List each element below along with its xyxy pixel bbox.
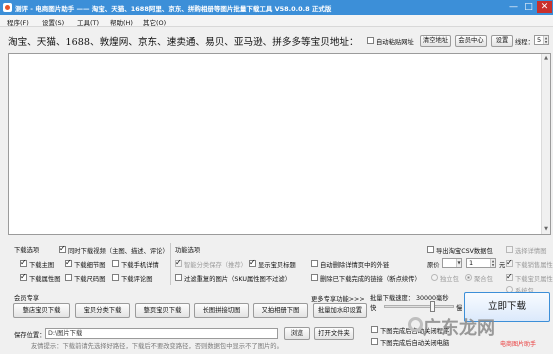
speed-label: 批量下载速度： <box>370 295 415 302</box>
threads-label: 线程： <box>515 39 534 46</box>
mobile-detail-label: 下载手机详情 <box>121 262 159 269</box>
more-features-link[interactable]: 更多专享功能>>> <box>311 294 365 303</box>
remove-links-label: 自动删除详情页中的外链 <box>320 262 390 269</box>
speed-fast-label: 快 <box>370 305 377 312</box>
sales-attr-label: 下载销售属性 <box>515 262 553 269</box>
member-title: 会员专享 <box>14 295 40 302</box>
price-unit: 元 <box>499 262 506 269</box>
save-location-label: 保存位置： <box>14 332 46 339</box>
window-title: 测评 - 电商图片助手 —— 淘宝、天猫、1688阿里、京东、拼购相册等图片批量… <box>15 5 332 13</box>
spin-arrows-icon[interactable]: ▲ ▼ <box>543 36 548 44</box>
vertical-scrollbar[interactable]: ▲ ▼ <box>541 54 550 234</box>
price-value: 1 <box>469 259 474 267</box>
auto-paste-label: 自动粘贴网址 <box>376 39 414 46</box>
watermark-text: 广东龙网 <box>423 318 495 339</box>
smart-save-label: 智能分类保存（推荐） <box>184 262 247 269</box>
show-title-label: 显示宝贝标题 <box>258 262 296 269</box>
export-csv-label: 导出淘宝CSV数据包 <box>436 248 493 255</box>
review-image-checkbox[interactable] <box>112 274 119 281</box>
maximize-button[interactable]: □ <box>521 1 536 13</box>
video-label: 同时下载视频（主图、描述、评论） <box>68 248 169 255</box>
radio-group-label: 聚合包 <box>474 276 493 283</box>
detail-image-label: 下载细节图 <box>74 262 106 269</box>
filter-duplicate-checkbox[interactable] <box>175 274 182 281</box>
minimize-button[interactable]: — <box>506 1 521 13</box>
size-image-label: 下载尺码图 <box>74 276 106 283</box>
menu-tools[interactable]: 工具(T) <box>77 17 99 27</box>
tip-text: 友情提示：下载前请先选择好路径，下载后不要改变路径，否则数据包中显示不了图片的。 <box>31 343 283 350</box>
menu-program[interactable]: 程序(F) <box>7 17 29 27</box>
remove-links-checkbox[interactable] <box>311 260 318 267</box>
detail-page-label: 选择详情图 <box>515 248 547 255</box>
group-divider <box>170 243 171 285</box>
delete-done-label: 删除已下载完成的链接（断点续传） <box>320 276 421 283</box>
speed-slider[interactable] <box>384 301 454 312</box>
smart-save-checkbox[interactable] <box>175 258 182 267</box>
menu-bar: 程序(F) 设置(S) 工具(T) 帮助(H) 其它(O) <box>0 15 553 27</box>
speed-slow-label: 慢 <box>456 305 463 312</box>
scroll-up-icon[interactable]: ▲ <box>542 54 550 63</box>
open-folder-button[interactable]: 打开文件夹 <box>314 327 354 340</box>
close-button[interactable]: ✕ <box>537 1 552 13</box>
app-logo-icon <box>3 3 12 12</box>
menu-help[interactable]: 帮助(H) <box>110 17 133 27</box>
size-image-checkbox[interactable] <box>65 274 72 281</box>
main-image-checkbox[interactable] <box>20 258 27 267</box>
category-download-button[interactable]: 宝贝分类下载 <box>75 303 130 318</box>
scroll-down-icon[interactable]: ▼ <box>542 225 550 234</box>
radio-single[interactable] <box>431 274 438 281</box>
price-label: 原价 <box>427 262 440 269</box>
item-attr-label: 下载宝贝属性 <box>515 276 553 283</box>
member-center-button[interactable]: 会员中心 <box>455 35 487 47</box>
main-image-label: 下载主图 <box>29 262 55 269</box>
show-title-checkbox[interactable] <box>249 258 256 267</box>
menu-settings[interactable]: 设置(S) <box>42 17 64 27</box>
auto-paste-checkbox[interactable] <box>367 37 374 44</box>
detail-image-checkbox[interactable] <box>65 258 72 267</box>
price-mode-select[interactable]: ▼ <box>442 258 462 268</box>
price-arrows-icon[interactable]: ▲ ▼ <box>490 259 495 267</box>
export-csv-checkbox[interactable] <box>427 246 434 253</box>
save-path-input[interactable]: D:\图片下载 <box>45 328 278 339</box>
address-textarea[interactable]: ▲ ▼ <box>8 53 551 235</box>
watermark-subtext: 电商图片助手 <box>500 341 537 348</box>
radio-single-label: 独立包 <box>440 276 459 283</box>
auto-close-program-checkbox[interactable] <box>371 326 378 333</box>
browse-button[interactable]: 浏览 <box>284 327 310 340</box>
function-options-title: 功能选项 <box>175 247 201 254</box>
menu-other[interactable]: 其它(O) <box>143 17 166 27</box>
auto-shutdown-checkbox[interactable] <box>371 338 378 345</box>
watermark-button[interactable]: 批量加水印设置 <box>313 303 367 318</box>
detail-page-checkbox[interactable] <box>506 246 513 253</box>
radio-group[interactable] <box>465 274 472 281</box>
whole-shop-button[interactable]: 整店宝贝下载 <box>13 303 70 318</box>
download-options-title: 下载选项 <box>14 247 40 254</box>
clear-address-button[interactable]: 清空地址 <box>420 35 451 47</box>
attr-image-checkbox[interactable] <box>20 272 27 281</box>
watermark-logo-icon <box>408 317 423 332</box>
video-checkbox[interactable] <box>59 244 66 253</box>
upai-album-button[interactable]: 又拍相册下图 <box>253 303 308 318</box>
settings-button[interactable]: 设置 <box>491 35 513 47</box>
item-attr-checkbox[interactable] <box>506 272 513 281</box>
dropdown-icon: ▼ <box>456 259 461 267</box>
app-window: 测评 - 电商图片助手 —— 淘宝、天猫、1688阿里、京东、拼购相册等图片批量… <box>0 0 553 354</box>
filter-duplicate-label: 过滤重复的图片（SKU属性图不过滤） <box>184 276 292 283</box>
attr-image-label: 下载属性图 <box>29 276 61 283</box>
url-bar: 淘宝、天猫、1688、敦煌网、京东、速卖通、易贝、亚马逊、拼多多等宝贝地址： 自… <box>0 27 553 53</box>
slider-thumb[interactable] <box>430 301 435 312</box>
sales-attr-checkbox[interactable] <box>506 258 513 267</box>
threads-spinner[interactable]: 5 ▲ ▼ <box>534 35 549 45</box>
mobile-detail-checkbox[interactable] <box>112 260 119 267</box>
threads-value: 5 <box>537 36 542 44</box>
url-label: 淘宝、天猫、1688、敦煌网、京东、速卖通、易贝、亚马逊、拼多多等宝贝地址： <box>8 37 359 48</box>
delete-done-checkbox[interactable] <box>311 274 318 281</box>
whole-page-button[interactable]: 整页宝贝下载 <box>135 303 190 318</box>
title-bar: 测评 - 电商图片助手 —— 淘宝、天猫、1688阿里、京东、拼购相册等图片批量… <box>0 0 553 15</box>
review-image-label: 下载评论图 <box>121 276 153 283</box>
price-spinner[interactable]: 1 ▲ ▼ <box>466 258 496 268</box>
long-image-button[interactable]: 长图拼接切图 <box>194 303 249 318</box>
